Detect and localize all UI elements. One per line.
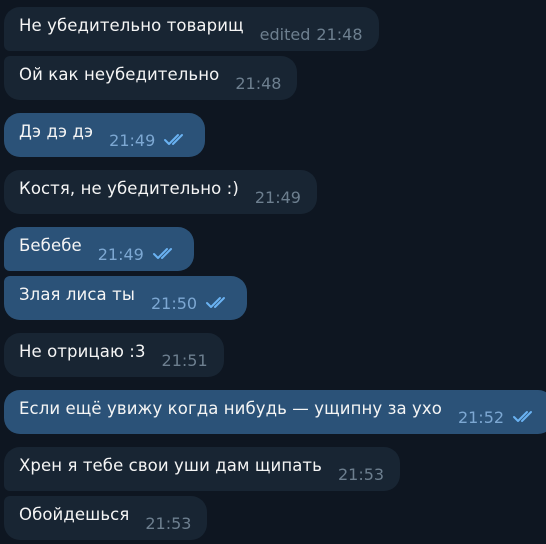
message-text: Хрен я тебе свои уши дам щипать xyxy=(19,455,322,475)
message-meta: edited 21:48 xyxy=(260,25,363,44)
message-time: 21:51 xyxy=(161,350,208,370)
message-incoming[interactable]: Ой как неубедительно 21:48 xyxy=(4,56,298,100)
message-meta: 21:53 xyxy=(338,465,384,484)
message-meta: 21:49 xyxy=(98,245,178,264)
chat-history: Не убедительно товарищ edited 21:48 Ой к… xyxy=(0,0,546,544)
message-text: Дэ дэ дэ xyxy=(19,121,94,141)
message-text: Бебебе xyxy=(19,235,82,255)
message-meta: 21:51 xyxy=(162,351,208,370)
message-text: Обойдешься xyxy=(19,504,130,524)
double-check-icon xyxy=(206,297,226,308)
edited-label: edited xyxy=(259,24,311,44)
message-time: 21:53 xyxy=(337,464,385,484)
message-meta: 21:49 xyxy=(255,188,301,207)
double-check-icon xyxy=(152,248,172,259)
message-incoming[interactable]: Костя, не убедительно :) 21:49 xyxy=(4,170,317,214)
message-meta: 21:49 xyxy=(109,131,189,150)
message-text: Ой как неубедительно xyxy=(19,64,220,84)
message-text: Не убедительно товарищ xyxy=(19,15,244,35)
message-text: Костя, не убедительно :) xyxy=(19,178,239,198)
message-outgoing[interactable]: Злая лиса ты 21:50 xyxy=(4,276,248,320)
message-outgoing[interactable]: Бебебе 21:49 xyxy=(4,227,194,271)
message-time: 21:49 xyxy=(254,187,301,207)
message-time: 21:50 xyxy=(150,293,198,313)
message-text: Не отрицаю :3 xyxy=(19,341,146,361)
message-outgoing[interactable]: Дэ дэ дэ 21:49 xyxy=(4,113,206,157)
message-incoming[interactable]: Не убедительно товарищ edited 21:48 xyxy=(4,7,379,51)
message-incoming[interactable]: Не отрицаю :3 21:51 xyxy=(4,333,224,377)
message-meta: 21:50 xyxy=(151,294,231,313)
message-text: Если ещё увижу когда нибудь — ущипну за … xyxy=(19,398,442,418)
double-check-icon xyxy=(164,134,184,145)
message-incoming[interactable]: Хрен я тебе свои уши дам щипать 21:53 xyxy=(4,447,401,491)
message-time: 21:48 xyxy=(316,24,363,44)
message-meta: 21:52 xyxy=(458,408,538,427)
message-text: Злая лиса ты xyxy=(19,284,135,304)
message-time: 21:52 xyxy=(457,407,505,427)
message-time: 21:49 xyxy=(109,130,156,150)
message-time: 21:53 xyxy=(145,513,192,533)
message-time: 21:48 xyxy=(235,73,282,93)
message-time: 21:49 xyxy=(97,244,144,264)
double-check-icon xyxy=(513,411,533,422)
message-incoming[interactable]: Обойдешься 21:53 xyxy=(4,496,208,540)
message-meta: 21:53 xyxy=(145,514,191,533)
message-meta: 21:48 xyxy=(235,74,281,93)
message-outgoing[interactable]: Если ещё увижу когда нибудь — ущипну за … xyxy=(4,390,546,434)
